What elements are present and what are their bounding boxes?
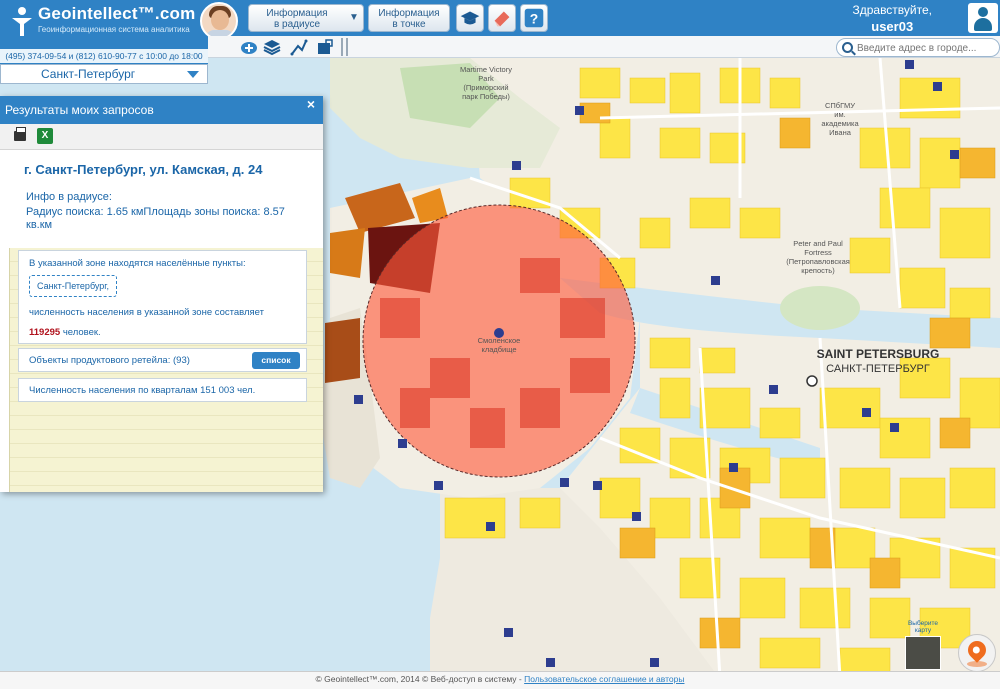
select-area-icon[interactable] [316, 38, 334, 56]
eraser-icon [494, 11, 510, 27]
city-select-value: Санкт-Петербург [41, 67, 136, 81]
info-point-button[interactable]: Информация в точке [368, 4, 450, 32]
logo-person-icon [12, 7, 32, 36]
logo-title: Geointellect™.com [38, 4, 196, 23]
settlements-card: В указанной зоне находятся населённые пу… [18, 250, 307, 344]
toolbar-divider-2 [346, 38, 348, 56]
results-panel-title: Результаты моих запросов [5, 103, 154, 117]
cemetery-icon [494, 328, 504, 338]
label-cemetery: Смоленское кладбище [478, 336, 521, 354]
label-park: Martime Victory Park (Приморский парк Побед… [460, 65, 512, 101]
address-search-input[interactable] [857, 41, 997, 55]
svg-text:?: ? [530, 11, 539, 27]
block-spit-5 [325, 318, 360, 383]
greeting-text: Здравствуйте, [852, 3, 932, 17]
help-icon: ? [524, 8, 544, 28]
population-text: численность населения в указанной зоне с… [29, 307, 265, 318]
address-search[interactable] [836, 38, 1000, 57]
info-radius-dropdown[interactable]: ▼ [342, 5, 363, 31]
results-panel: Результаты моих запросов × X г. Санкт-Пе… [0, 96, 323, 492]
quarters-text: Численность населения по кварталам 151 0… [29, 385, 256, 396]
chevron-down-icon [187, 71, 199, 78]
map-thumbnail[interactable] [905, 636, 941, 670]
settlements-text: В указанной зоне находятся населённые пу… [29, 258, 246, 269]
excel-export-icon[interactable]: X [37, 128, 53, 144]
label-spb-en: SAINT PETERSBURG [817, 347, 940, 361]
greeting: Здравствуйте, user03 [852, 3, 932, 34]
population-unit: человек. [62, 327, 101, 338]
query-address: г. Санкт-Петербург, ул. Камская, д. 24 [24, 162, 263, 177]
footer: © Geointellect™.com, 2014 © Веб-доступ в… [0, 671, 1000, 689]
logo-block: Geointellect™.com Геоинформационная сист… [0, 0, 208, 64]
quarters-card: Численность населения по кварталам 151 0… [18, 378, 307, 402]
fortress-area [780, 286, 860, 330]
location-pin-button[interactable] [958, 634, 996, 672]
label-spb-ru: САНКТ-ПЕТЕРБУРГ [826, 363, 930, 375]
city-center-icon [806, 375, 818, 387]
username: user03 [871, 19, 914, 34]
toolbar-divider [341, 38, 343, 56]
results-panel-header: Результаты моих запросов × [0, 96, 323, 124]
settlement-chip[interactable]: Санкт-Петербург, [29, 275, 117, 297]
print-icon[interactable] [14, 127, 26, 141]
phone-numbers: (495) 374-09-54 и (812) 610-90-77 с 10:0… [0, 49, 208, 63]
retail-text: Объекты продуктового ретейла: (93) [29, 355, 190, 366]
map-pin-icon [964, 637, 990, 663]
population-line: 119295 человек. [29, 327, 101, 338]
graduation-cap-icon [460, 11, 480, 25]
block-spit-2 [330, 228, 365, 278]
city-select[interactable]: Санкт-Петербург [0, 64, 208, 84]
close-icon[interactable]: × [307, 96, 315, 112]
retail-list-button[interactable]: список [252, 352, 300, 369]
eraser-button[interactable] [488, 4, 516, 32]
add-layer-icon[interactable] [240, 38, 258, 56]
results-panel-tools: X [0, 124, 323, 150]
retail-card: Объекты продуктового ретейла: (93) списо… [18, 348, 307, 372]
population-value: 119295 [29, 327, 61, 338]
graduation-cap-button[interactable] [456, 4, 484, 32]
radius-info-title: Инфо в радиусе: [26, 191, 112, 203]
map-picker[interactable]: Выберите карту [903, 620, 943, 670]
terms-link[interactable]: Пользовательское соглашение и авторы [524, 674, 684, 684]
help-button[interactable]: ? [520, 4, 548, 32]
support-avatar-icon[interactable] [200, 2, 238, 40]
logo-subtitle: Геоинформационная система аналитика [38, 25, 190, 34]
search-icon [842, 42, 853, 53]
radius-info-text: Радиус поиска: 1.65 кмПлощадь зоны поиск… [26, 206, 285, 231]
measure-icon[interactable] [290, 38, 308, 56]
footer-copyright: © Geointellect™.com, 2014 © Веб-доступ в… [315, 674, 522, 684]
chevron-down-icon: ▼ [349, 12, 359, 23]
user-avatar-icon[interactable] [968, 3, 998, 33]
layers-icon[interactable] [263, 38, 281, 56]
map-picker-label: Выберите карту [907, 620, 939, 634]
